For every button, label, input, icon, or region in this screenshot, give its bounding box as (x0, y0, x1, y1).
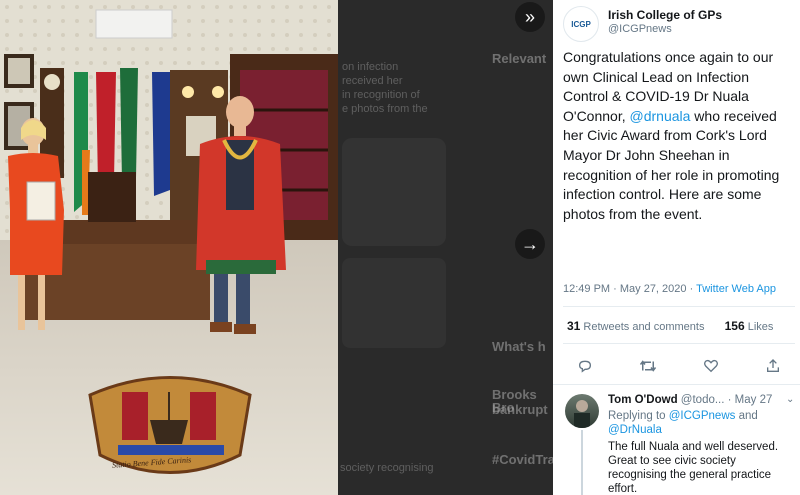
ghost-line: on infection (342, 61, 399, 73)
media-viewer: Statio Bene Fide Carinis Relevant on inf… (0, 0, 553, 495)
like-icon[interactable] (701, 356, 721, 376)
tweet-text-part: who received her Civic Award from Cork's… (563, 107, 780, 222)
reply-text: The full Nuala and well deserved. Great … (608, 441, 779, 495)
ghost-image (342, 258, 446, 348)
replying-to-label: Replying to (608, 410, 669, 422)
mention-link[interactable]: @DrNuala (608, 424, 662, 436)
display-name[interactable]: Irish College of GPs (608, 8, 722, 22)
retweet-icon[interactable] (638, 356, 658, 376)
share-icon[interactable] (763, 356, 783, 376)
mention-link[interactable]: @drnuala (630, 108, 691, 124)
ghost-society: society recognising (340, 462, 434, 474)
likes-label[interactable]: Likes (745, 321, 774, 333)
avatar[interactable]: ICGP (563, 6, 599, 42)
ghost-line: received her (342, 75, 403, 87)
tweet-meta: 12:49 PM · May 27, 2020 · Twitter Web Ap… (563, 283, 776, 295)
next-image-icon[interactable]: → (515, 229, 545, 259)
tweet-detail-panel: ICGP Irish College of GPs @ICGPnews Cong… (553, 0, 800, 495)
divider (563, 343, 795, 344)
reply-icon[interactable] (575, 356, 595, 376)
mention-link[interactable]: @ICGPnews (669, 410, 736, 422)
likes-count[interactable]: 156 (725, 319, 745, 333)
tweet-actions (575, 356, 785, 376)
collapse-panel-icon[interactable]: » (515, 2, 545, 32)
tweet-header: ICGP Irish College of GPs @ICGPnews (563, 4, 795, 44)
photo-scene (0, 0, 338, 495)
ghost-image (342, 138, 446, 246)
replying-to: Replying to @ICGPnews and @DrNuala (608, 409, 793, 437)
source-app-link[interactable]: Twitter Web App (696, 283, 776, 295)
reply-display-name[interactable]: Tom O'Dowd (608, 394, 678, 406)
ghost-relevant: Relevant (492, 51, 547, 66)
divider (553, 384, 800, 385)
thread-line (581, 430, 583, 495)
ghost-trending: #CovidTra (492, 452, 553, 467)
tweet-stats: 31 Retweets and comments 156 Likes (567, 319, 773, 333)
ghost-line: e photos from the (342, 103, 428, 115)
tweet-timestamp[interactable]: 12:49 PM · May 27, 2020 · (563, 283, 696, 295)
ghost-bankrupt: bankrupt (492, 402, 548, 417)
tweet-text: Congratulations once again to our own Cl… (563, 48, 795, 224)
tweet-photo[interactable]: Statio Bene Fide Carinis (0, 0, 338, 495)
reply-avatar[interactable] (565, 394, 599, 428)
ghost-line: in recognition of (342, 89, 420, 101)
user-handle[interactable]: @ICGPnews (608, 23, 672, 35)
divider (563, 306, 795, 307)
more-icon[interactable]: ⌄ (786, 394, 794, 405)
retweets-label[interactable]: Retweets and comments (580, 321, 704, 333)
ghost-whats: What's h (492, 339, 546, 354)
retweets-count[interactable]: 31 (567, 319, 580, 333)
reply-handle-date[interactable]: @todo... · May 27 (678, 394, 773, 406)
reply-header: Tom O'Dowd @todo... · May 27 (608, 394, 772, 406)
replying-and: and (735, 410, 758, 422)
